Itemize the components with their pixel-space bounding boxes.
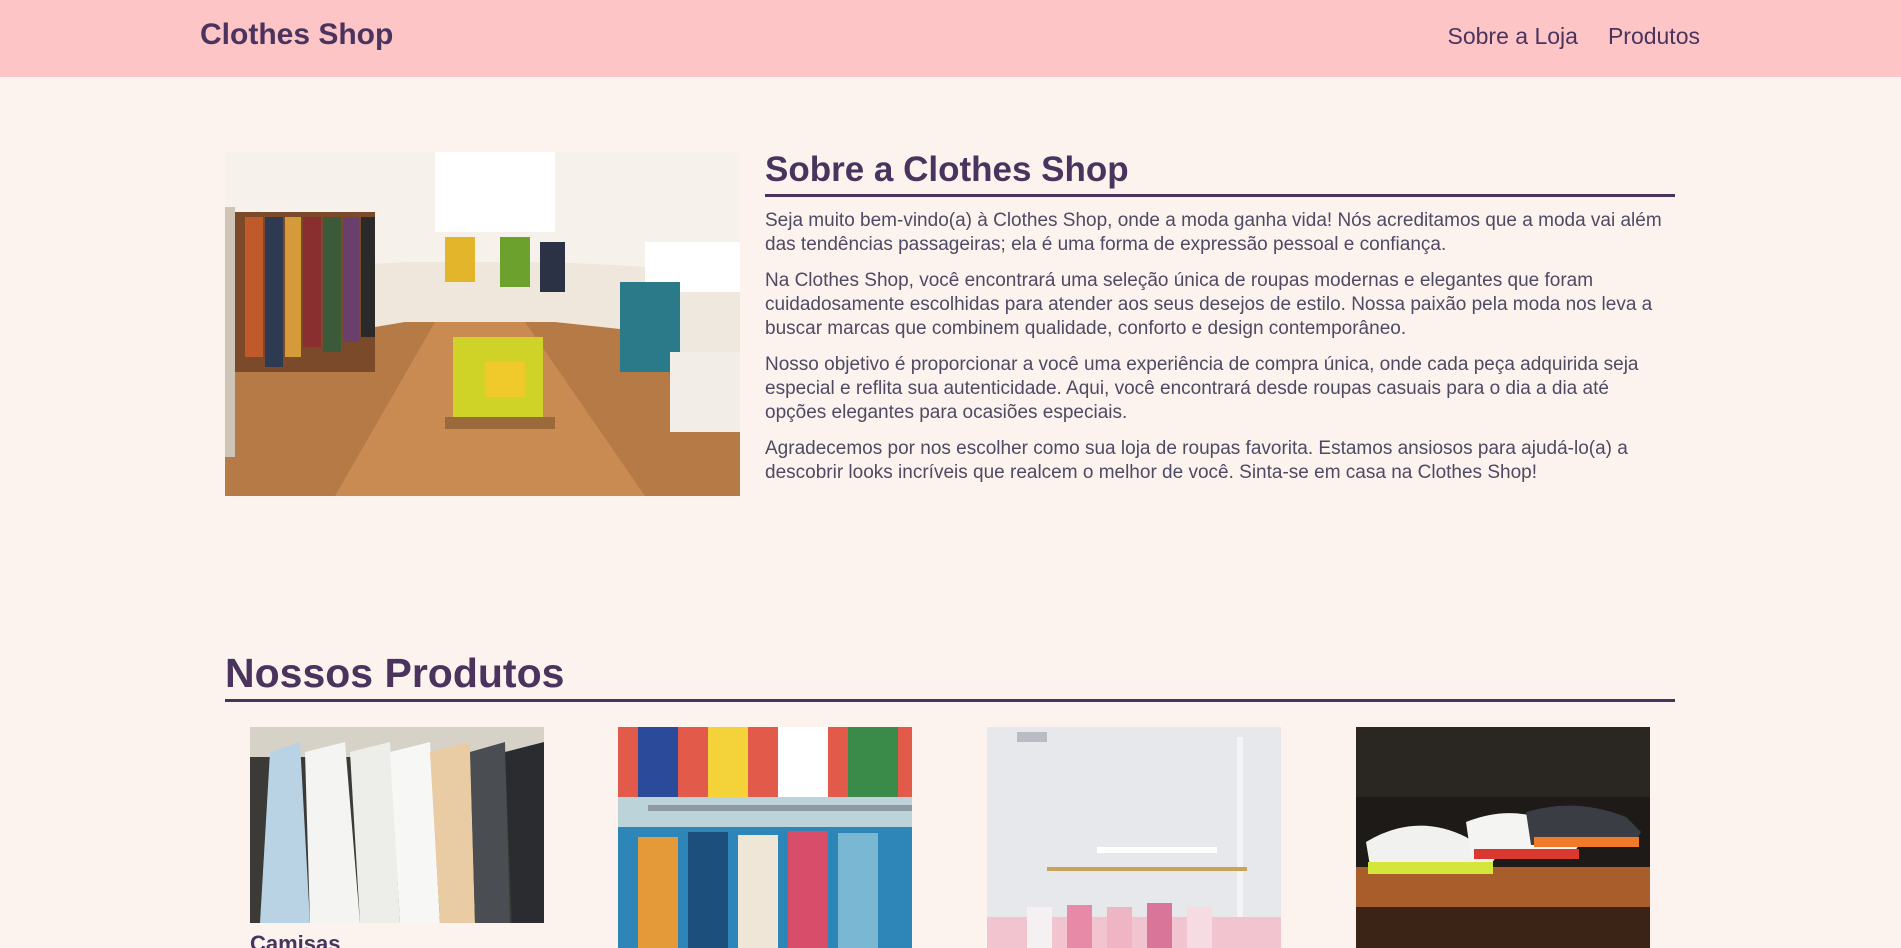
- product-card[interactable]: [1356, 727, 1650, 948]
- nav-link-sobre-a-loja[interactable]: Sobre a Loja: [1448, 23, 1578, 50]
- product-image-rack: [618, 727, 912, 948]
- store-interior-image: [225, 152, 740, 496]
- about-paragraph-2: Na Clothes Shop, você encontrará uma sel…: [765, 270, 1653, 339]
- top-navbar: Clothes Shop Sobre a Loja Produtos: [0, 0, 1901, 77]
- about-section: Sobre a Clothes Shop Seja muito bem-vind…: [765, 150, 1675, 485]
- brand-logo[interactable]: Clothes Shop: [200, 18, 393, 52]
- product-name: Camisas: [250, 931, 341, 948]
- product-image-boutique: [987, 727, 1281, 948]
- product-card[interactable]: [987, 727, 1281, 948]
- product-card[interactable]: Camisas: [250, 727, 544, 948]
- about-paragraph-3: Nosso objetivo é proporcionar a você uma…: [765, 354, 1639, 423]
- product-image-shirts: [250, 727, 544, 923]
- nav-links: Sobre a Loja Produtos: [1448, 23, 1701, 50]
- about-title: Sobre a Clothes Shop: [765, 150, 1675, 197]
- nav-link-produtos[interactable]: Produtos: [1608, 23, 1700, 50]
- about-paragraph-1: Seja muito bem-vindo(a) à Clothes Shop, …: [765, 210, 1662, 255]
- products-title: Nossos Produtos: [225, 650, 1675, 702]
- product-card[interactable]: [618, 727, 912, 948]
- about-paragraph-4: Agradecemos por nos escolher como sua lo…: [765, 438, 1628, 483]
- product-image-sneakers: [1356, 727, 1650, 948]
